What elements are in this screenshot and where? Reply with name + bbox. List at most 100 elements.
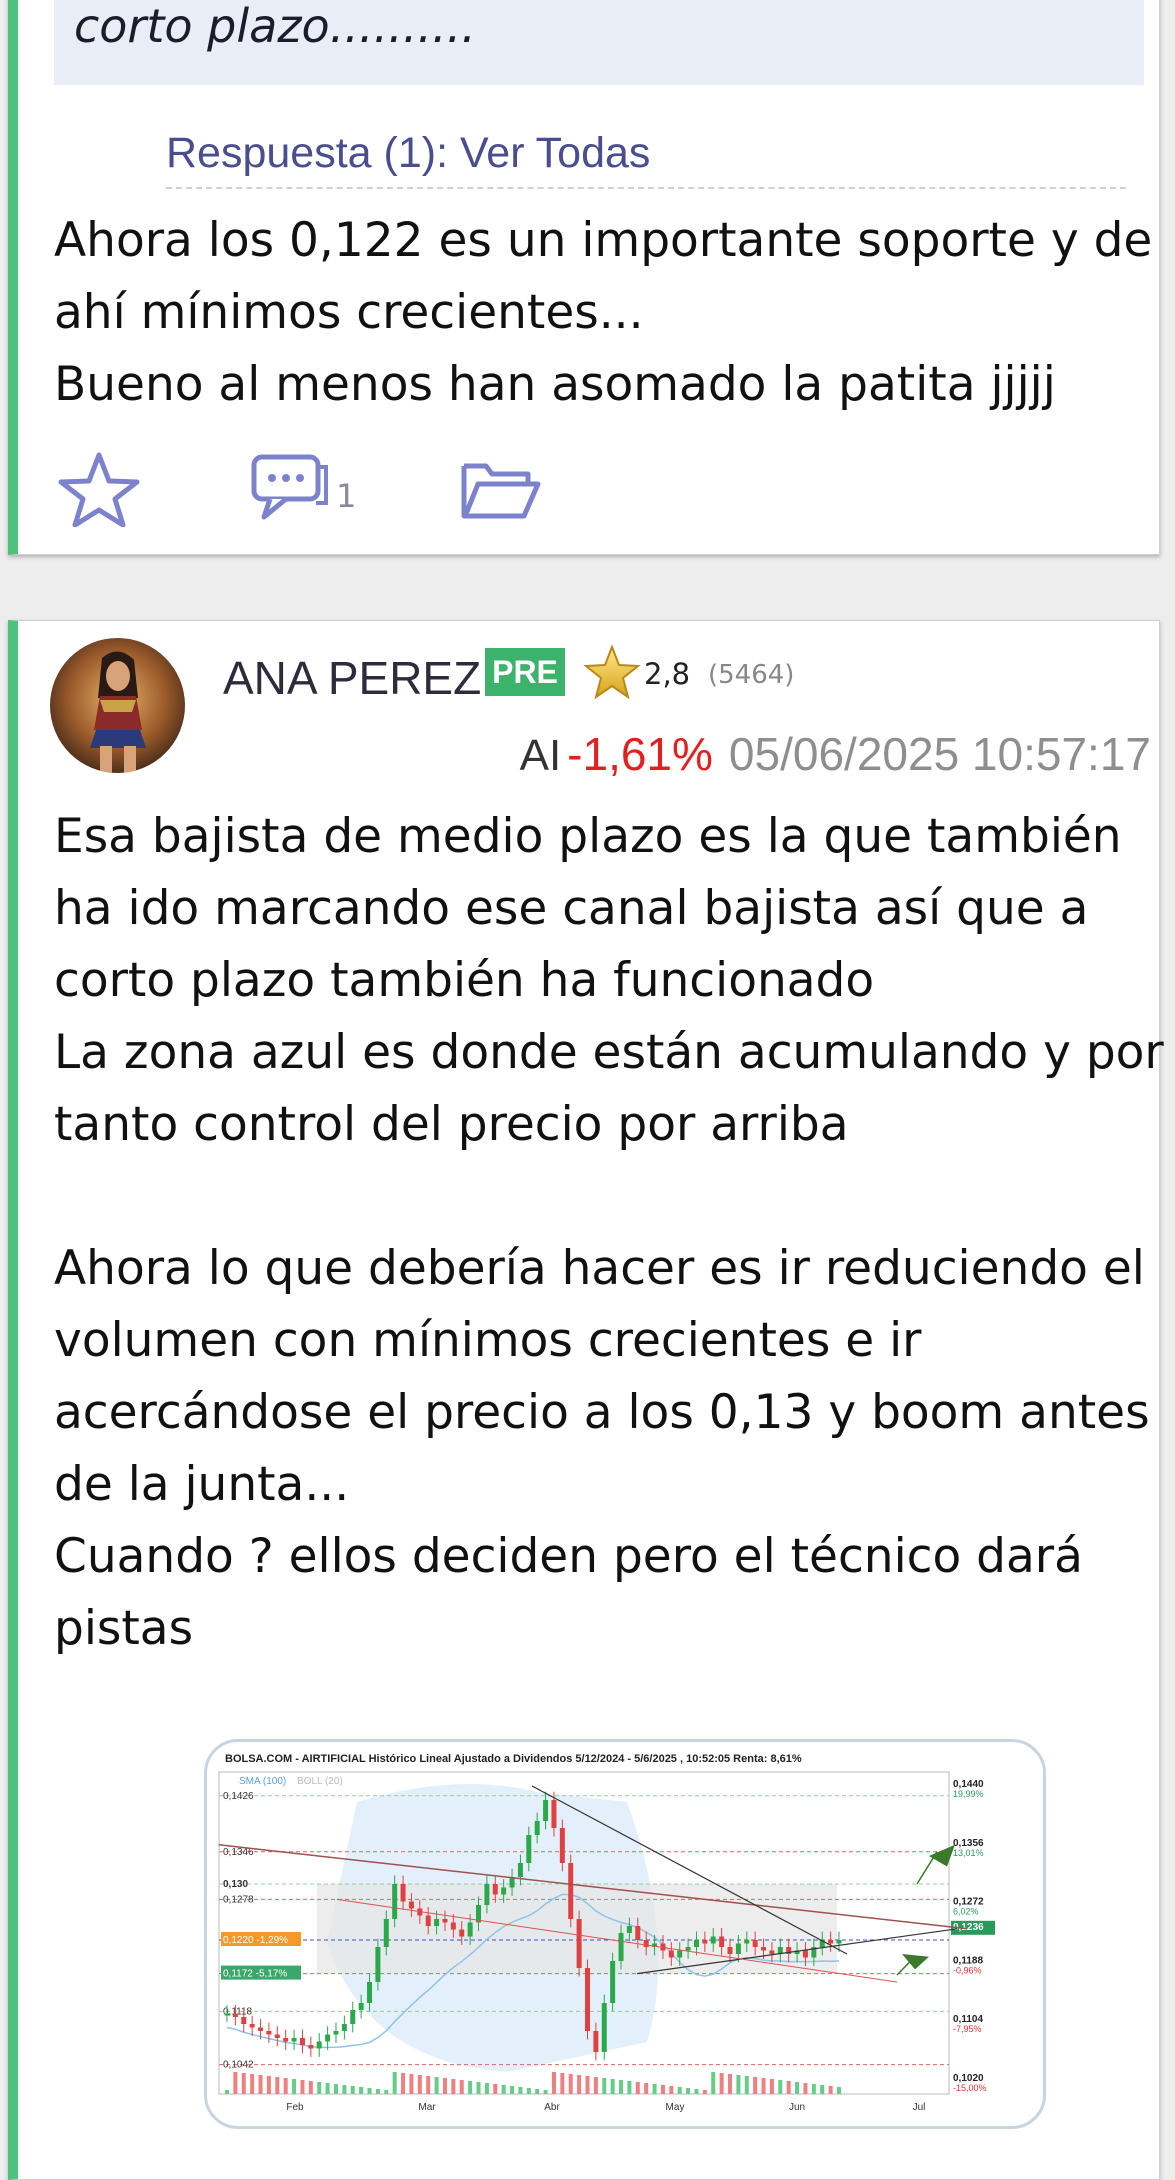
author-name[interactable]: ANA PEREZ (223, 651, 481, 705)
volume-bar (526, 2088, 531, 2094)
left-level-label: 0,1426 (223, 1791, 254, 1802)
candle (618, 1933, 624, 1961)
left-level-label: 0,1278 (223, 1894, 254, 1905)
volume-bar (434, 2077, 439, 2094)
volume-bar (677, 2087, 682, 2094)
reply-body: Ahora los 0,122 es un importante soporte… (54, 213, 1153, 412)
volume-bar (317, 2082, 322, 2094)
candle (459, 1929, 465, 1937)
candle (735, 1943, 741, 1954)
candle (341, 2024, 347, 2031)
x-tick-label: Feb (286, 2102, 304, 2113)
volume-bar (803, 2083, 808, 2094)
candle (291, 2038, 297, 2042)
volume-bar (417, 2075, 422, 2094)
rating-star-icon (583, 644, 641, 700)
volume-bar (652, 2084, 657, 2094)
volume-bar (484, 2083, 489, 2094)
volume-bar (551, 2072, 556, 2094)
stock-chart: BOLSA.COM - AIRTIFICIAL Histórico Lineal… (218, 1753, 995, 2113)
candle (710, 1936, 716, 1944)
candle (333, 2031, 339, 2035)
right-pct-label: -15,00% (953, 2083, 987, 2093)
volume-bar (518, 2087, 523, 2094)
volume-bar (468, 2081, 473, 2094)
candle (232, 2013, 238, 2017)
right-pct-label: -0,96% (953, 1965, 982, 1975)
left-level-label: 0,1172 -5,17% (223, 1969, 287, 1980)
candle (643, 1940, 649, 1947)
volume-bar (392, 2072, 397, 2094)
candle (375, 1947, 381, 1982)
candle (727, 1947, 733, 1954)
volume-bar (233, 2072, 238, 2094)
candle (601, 2003, 607, 2052)
volume-bar (577, 2075, 582, 2094)
right-pct-label: -7,95% (953, 2024, 982, 2034)
volume-bar (266, 2076, 271, 2094)
candle (559, 1828, 565, 1863)
volume-bar (769, 2079, 774, 2094)
folder-open-icon (461, 463, 541, 519)
candle (576, 1919, 582, 1968)
volume-bar (300, 2080, 305, 2094)
x-tick-label: Mar (418, 2102, 436, 2113)
avatar[interactable] (50, 638, 185, 773)
volume-bar (627, 2081, 632, 2094)
favorite-button[interactable] (56, 449, 142, 528)
candle (400, 1884, 406, 1902)
chart-image[interactable]: BOLSA.COM - AIRTIFICIAL Histórico Lineal… (204, 1739, 1046, 2129)
ticker-link[interactable]: AI (520, 731, 562, 780)
volume-bar (610, 2079, 615, 2094)
volume-bar (241, 2073, 246, 2094)
candle (543, 1800, 549, 1821)
candle (434, 1919, 440, 1926)
chart-title: BOLSA.COM - AIRTIFICIAL Histórico Lineal… (225, 1753, 802, 1765)
candle (635, 1926, 641, 1940)
post-meta: AI -1,61% 05/06/2025 10:57:17 (520, 727, 1151, 781)
candle (501, 1887, 507, 1895)
volume-bar (384, 2090, 389, 2094)
volume-bar (350, 2086, 355, 2094)
right-pct-label: 19,99% (953, 1789, 984, 1799)
comment-count: 1 (336, 477, 357, 515)
volume-bar (501, 2085, 506, 2094)
volume-bar (644, 2083, 649, 2094)
volume-bar (753, 2077, 758, 2094)
candle (568, 1863, 574, 1919)
legend-boll: BOLL (20) (297, 1776, 343, 1787)
candle (283, 2038, 289, 2042)
volume-bar (333, 2084, 338, 2094)
candle (685, 1947, 691, 1951)
candle (274, 2034, 280, 2038)
quoted-text-box: corto plazo.......... (54, 0, 1144, 85)
candle (769, 1950, 775, 1954)
volume-bar (367, 2088, 372, 2094)
candle (702, 1940, 708, 1944)
legend-sma: SMA (100) (239, 1776, 286, 1787)
comments-button[interactable]: 1 (250, 451, 370, 531)
divider (166, 187, 1126, 189)
volume-bar (283, 2078, 288, 2094)
candle (584, 1968, 590, 2031)
post-timestamp: 05/06/2025 10:57:17 (728, 728, 1151, 780)
volume-bar (409, 2074, 414, 2094)
volume-bar (795, 2082, 800, 2094)
volume-bar (602, 2078, 607, 2094)
save-to-folder-button[interactable] (458, 456, 544, 526)
volume-bar (811, 2084, 816, 2094)
volume-bar (828, 2086, 833, 2094)
candle (551, 1800, 557, 1828)
right-pct-label: 6,02% (953, 1907, 979, 1917)
volume-bar (686, 2088, 691, 2094)
candle (249, 2024, 255, 2028)
candle (383, 1919, 389, 1947)
volume-bar (342, 2085, 347, 2094)
volume-bar (493, 2084, 498, 2094)
volume-bar (258, 2075, 263, 2094)
volume-bar (359, 2087, 364, 2094)
volume-bar (660, 2085, 665, 2094)
volume-bar (619, 2080, 624, 2094)
volume-bar (476, 2082, 481, 2094)
view-replies-link[interactable]: Respuesta (1): Ver Todas (166, 129, 650, 178)
